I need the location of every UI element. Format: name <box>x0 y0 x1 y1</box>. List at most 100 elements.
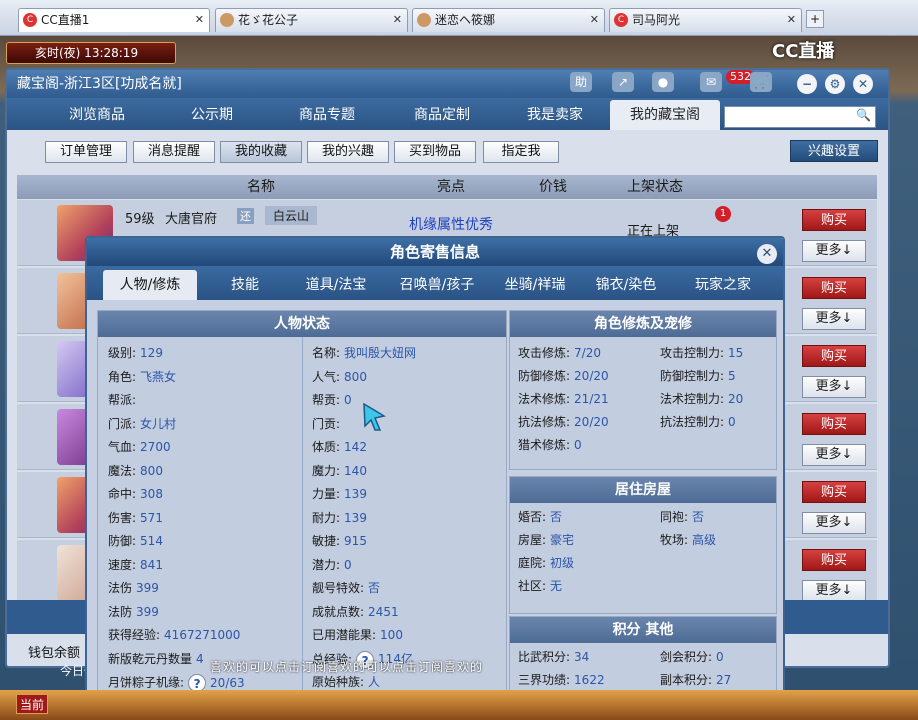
record-icon[interactable]: ● <box>652 72 674 92</box>
wallet-label: 钱包余额 <box>28 646 81 661</box>
filter-orders[interactable]: 订单管理 <box>45 141 127 163</box>
close-icon[interactable]: ✕ <box>787 9 796 31</box>
stat-value: 飞燕女 <box>140 369 177 384</box>
cc-icon: C <box>23 13 37 27</box>
nav-tab-topics[interactable]: 商品专题 <box>277 100 377 130</box>
interest-settings-button[interactable]: 兴趣设置 <box>790 140 878 162</box>
more-button[interactable]: 更多↓ <box>802 376 866 398</box>
stat-row: 已用潜能果: 100 <box>312 627 403 643</box>
nav-tab-browse[interactable]: 浏览商品 <box>47 100 147 130</box>
close-icon[interactable]: ✕ <box>757 244 777 264</box>
close-icon[interactable]: ✕ <box>195 9 204 31</box>
more-button[interactable]: 更多↓ <box>802 444 866 466</box>
role-sale-dialog: 角色寄售信息 ✕ 人物/修炼 技能 道具/法宝 召唤兽/孩子 坐骑/祥瑞 锦衣/… <box>85 236 785 720</box>
filter-messages[interactable]: 消息提醒 <box>133 141 215 163</box>
stat-row: 力量: 139 <box>312 486 367 502</box>
buy-button[interactable]: 购买 <box>802 277 866 299</box>
stat-label: 速度: <box>108 557 137 572</box>
tab-pets[interactable]: 召唤兽/孩子 <box>387 270 487 300</box>
stat-label: 防御控制力: <box>660 369 725 383</box>
more-button[interactable]: 更多↓ <box>802 240 866 262</box>
stat-row: 敏捷: 915 <box>312 533 367 549</box>
browser-tab-3[interactable]: 迷恋ヘ筱娜 ✕ <box>412 8 605 32</box>
stat-row: 攻击控制力: 15 <box>660 345 743 361</box>
filter-assigned[interactable]: 指定我 <box>483 141 559 163</box>
nav-tab-custom[interactable]: 商品定制 <box>392 100 492 130</box>
stat-row: 防御修炼: 20/20 <box>518 368 609 384</box>
stat-row: 名称: 我叫殷大妞网 <box>312 345 416 361</box>
filter-purchased[interactable]: 买到物品 <box>394 141 476 163</box>
tab-items[interactable]: 道具/法宝 <box>293 270 379 300</box>
stat-value: 5 <box>728 369 736 383</box>
browser-tab-label: 迷恋ヘ筱娜 <box>435 13 496 27</box>
stat-row: 人气: 800 <box>312 369 367 385</box>
search-input[interactable]: 🔍 <box>724 106 876 128</box>
stat-label: 月饼粽子机缘: <box>108 675 185 690</box>
stat-label: 剑会积分: <box>660 650 713 664</box>
stat-label: 魔法: <box>108 463 137 478</box>
nav-tab-seller[interactable]: 我是卖家 <box>505 100 605 130</box>
stat-value: 豪宅 <box>550 533 575 547</box>
more-button[interactable]: 更多↓ <box>802 512 866 534</box>
current-channel-button[interactable]: 当前 <box>16 694 48 714</box>
stat-value: 20/20 <box>574 369 609 383</box>
more-button[interactable]: 更多↓ <box>802 308 866 330</box>
browser-tab-2[interactable]: 花ゞ花公子 ✕ <box>215 8 408 32</box>
stat-value: 129 <box>140 346 163 360</box>
stat-value: 0 <box>716 650 724 664</box>
col-highlight: 亮点 <box>437 179 465 195</box>
close-icon[interactable]: ✕ <box>393 9 402 31</box>
filter-interests[interactable]: 我的兴趣 <box>307 141 389 163</box>
tab-outfits[interactable]: 锦衣/染色 <box>584 270 668 300</box>
more-button[interactable]: 更多↓ <box>802 580 866 602</box>
stat-row: 体质: 142 <box>312 439 367 455</box>
share-icon[interactable]: ↗ <box>612 72 634 92</box>
tab-character[interactable]: 人物/修炼 <box>103 270 197 300</box>
nav-tab-my-treasure[interactable]: 我的藏宝阁 <box>610 100 720 130</box>
stat-label: 帮派: <box>108 393 137 407</box>
close-icon[interactable]: ✕ <box>853 74 873 94</box>
help-button[interactable]: 助 <box>570 72 592 92</box>
cart-icon[interactable]: 🛒 <box>750 72 772 92</box>
stat-value: 308 <box>140 487 163 501</box>
browser-tab-1[interactable]: C CC直播1 ✕ <box>18 8 210 32</box>
buy-button[interactable]: 购买 <box>802 209 866 231</box>
tab-skills[interactable]: 技能 <box>205 270 285 300</box>
stat-label: 门贡: <box>312 416 341 431</box>
buy-button[interactable]: 购买 <box>802 549 866 571</box>
house-panel: 居住房屋 婚否: 否房屋: 豪宅 庭院: 初级 社区: 无 同袍: 否牧场: 高级 <box>509 476 777 614</box>
stat-row: 房屋: 豪宅 <box>518 532 574 548</box>
stat-value: 800 <box>140 463 163 478</box>
stat-label: 法术修炼: <box>518 392 571 406</box>
stat-row: 角色: 飞燕女 <box>108 369 176 385</box>
stat-label: 靓号特效: <box>312 581 365 595</box>
gear-icon[interactable]: ⚙ <box>825 74 845 94</box>
stat-row: 抗法修炼: 20/20 <box>518 414 609 430</box>
stat-row: 帮派: <box>108 392 140 408</box>
message-icon[interactable]: ✉ <box>700 72 722 92</box>
stat-row: 牧场: 高级 <box>660 532 716 548</box>
filter-favorites[interactable]: 我的收藏 <box>220 141 302 163</box>
buy-button[interactable]: 购买 <box>802 413 866 435</box>
buy-button[interactable]: 购买 <box>802 481 866 503</box>
tab-home[interactable]: 玩家之家 <box>675 270 771 300</box>
stat-label: 法术控制力: <box>660 392 725 406</box>
close-icon[interactable]: ✕ <box>590 9 599 31</box>
stat-row: 攻击修炼: 7/20 <box>518 345 601 361</box>
stat-row: 成就点数: 2451 <box>312 604 399 620</box>
tab-mounts[interactable]: 坐骑/祥瑞 <box>492 270 578 300</box>
nav-tab-public[interactable]: 公示期 <box>167 100 257 130</box>
stat-label: 成就点数: <box>312 604 365 619</box>
stat-value: 21/21 <box>574 392 609 406</box>
stat-row: 魔法: 800 <box>108 463 163 479</box>
stat-value: 我叫殷大妞网 <box>344 346 417 360</box>
stat-value: 571 <box>140 510 163 525</box>
row-highlight: 机缘属性优秀 <box>409 217 493 233</box>
buy-button[interactable]: 购买 <box>802 345 866 367</box>
stat-row: 潜力: 0 <box>312 557 352 573</box>
minimize-icon[interactable]: − <box>797 74 817 94</box>
stat-value: 无 <box>550 579 563 593</box>
status-panel-header: 人物状态 <box>98 311 506 337</box>
browser-tab-4[interactable]: C 司马阿光 ✕ <box>609 8 802 32</box>
new-tab-button[interactable]: + <box>806 10 824 28</box>
